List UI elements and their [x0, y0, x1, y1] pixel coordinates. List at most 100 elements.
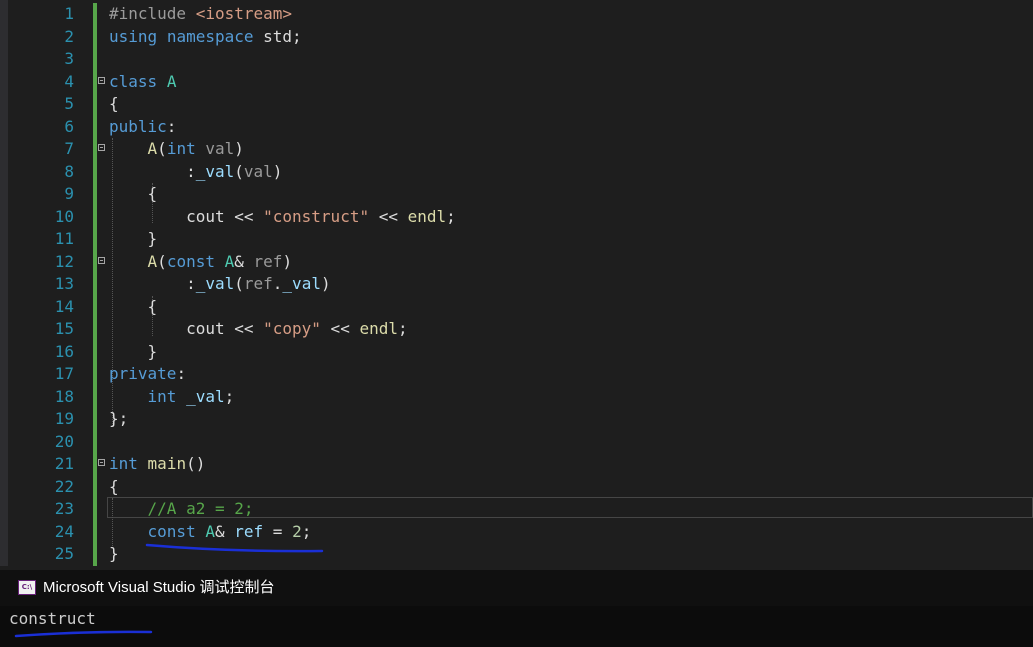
line-code: #include <iostream>: [109, 4, 293, 23]
code-line[interactable]: 2 using namespace std;: [0, 25, 1033, 48]
line-code: {: [109, 184, 158, 203]
line-code: using namespace std;: [109, 26, 302, 46]
change-indicator: [93, 160, 97, 183]
line-code: };: [109, 409, 129, 428]
code-line[interactable]: 4 class A: [0, 70, 1033, 93]
line-code: :_val(ref._val): [109, 274, 331, 293]
line-code: A(int val): [147, 139, 244, 158]
line-code: A(const A& ref): [147, 251, 293, 271]
collapse-icon[interactable]: [98, 76, 105, 84]
line-code: private:: [109, 364, 187, 383]
line-number: 13: [54, 274, 74, 293]
change-indicator: [93, 183, 97, 206]
line-number: 6: [64, 116, 74, 136]
change-indicator: [93, 25, 97, 48]
line-code: cout << "construct" << endl;: [109, 206, 456, 226]
code-line[interactable]: 21 int main(): [0, 453, 1033, 476]
collapse-icon[interactable]: [98, 256, 105, 264]
line-code: cout << "copy" << endl;: [109, 319, 408, 338]
line-number: 1: [64, 4, 74, 23]
code-line[interactable]: 6 public:: [0, 115, 1033, 138]
code-line[interactable]: 7 A(int val): [0, 138, 1033, 161]
line-code: public:: [109, 116, 177, 136]
code-line[interactable]: 3: [0, 48, 1033, 71]
change-indicator: [93, 70, 97, 93]
console-app-icon: C:\: [18, 580, 36, 595]
code-line[interactable]: 11 }: [0, 228, 1033, 251]
console-output-text: construct: [9, 609, 96, 628]
code-line[interactable]: 22 {: [0, 475, 1033, 498]
change-indicator: [93, 475, 97, 498]
code-editor[interactable]: 1 #include <iostream> 2 using namespace …: [0, 0, 1033, 566]
collapse-icon[interactable]: [98, 459, 105, 466]
line-number: 8: [64, 161, 74, 181]
code-line[interactable]: 5 {: [0, 93, 1033, 116]
change-indicator: [93, 385, 97, 408]
code-line[interactable]: 8 :_val(val): [0, 160, 1033, 183]
change-indicator: [93, 453, 97, 476]
line-code: }: [109, 341, 158, 361]
line-number: 9: [64, 184, 74, 203]
line-code: {: [109, 476, 119, 496]
line-number: 21: [54, 454, 74, 473]
line-number: 23: [54, 499, 74, 518]
line-number: 22: [54, 476, 74, 496]
line-code: int _val;: [147, 386, 235, 406]
line-number: 7: [64, 139, 74, 158]
code-line[interactable]: 9 {: [0, 183, 1033, 206]
change-indicator: [93, 3, 97, 26]
line-code: const A& ref = 2;: [147, 521, 312, 541]
change-indicator: [93, 228, 97, 251]
line-code: }: [109, 229, 158, 248]
line-code: }: [109, 544, 119, 563]
line-number: 17: [54, 364, 74, 383]
line-code: int main(): [109, 454, 206, 473]
change-indicator: [93, 318, 97, 341]
line-code: //A a2 = 2;: [147, 499, 254, 518]
code-line[interactable]: 19 };: [0, 408, 1033, 431]
console-output-area[interactable]: [0, 606, 1033, 647]
code-line[interactable]: 16 }: [0, 340, 1033, 363]
line-number: 2: [64, 26, 74, 46]
change-indicator: [93, 363, 97, 386]
change-indicator: [93, 543, 97, 566]
code-line[interactable]: 15 cout << "copy" << endl;: [0, 318, 1033, 341]
code-line[interactable]: 24 const A& ref = 2;: [0, 520, 1033, 543]
code-line[interactable]: 18 int _val;: [0, 385, 1033, 408]
line-number: 5: [64, 94, 74, 113]
collapse-icon[interactable]: [98, 144, 105, 151]
console-window-title: Microsoft Visual Studio 调试控制台: [43, 579, 275, 596]
code-line[interactable]: 13 :_val(ref._val): [0, 273, 1033, 296]
change-indicator: [93, 205, 97, 228]
line-code: :_val(val): [109, 161, 283, 181]
line-code: class A: [109, 71, 177, 91]
line-number: 11: [54, 229, 74, 248]
change-indicator: [93, 250, 97, 273]
line-number: 18: [54, 386, 74, 406]
code-line[interactable]: 23 //A a2 = 2;: [0, 498, 1033, 521]
line-code: {: [109, 296, 158, 316]
line-number: 4: [64, 71, 74, 91]
code-line[interactable]: 12 A(const A& ref): [0, 250, 1033, 273]
line-number: 20: [54, 431, 74, 451]
line-number: 3: [64, 49, 74, 68]
change-indicator: [93, 273, 97, 296]
code-line[interactable]: 14 {: [0, 295, 1033, 318]
code-line[interactable]: 10 cout << "construct" << endl;: [0, 205, 1033, 228]
line-number: 10: [54, 206, 74, 226]
code-line[interactable]: 17 private:: [0, 363, 1033, 386]
code-line[interactable]: 20: [0, 430, 1033, 453]
change-indicator: [93, 93, 97, 116]
line-number: 14: [54, 296, 74, 316]
line-number: 12: [54, 251, 74, 271]
line-code: {: [109, 94, 119, 113]
code-line[interactable]: 25 }: [0, 543, 1033, 566]
change-indicator: [93, 295, 97, 318]
change-indicator: [93, 138, 97, 161]
change-indicator: [93, 48, 97, 71]
change-indicator: [93, 520, 97, 543]
line-number: 19: [54, 409, 74, 428]
change-indicator: [93, 430, 97, 453]
code-line[interactable]: 1 #include <iostream>: [0, 3, 1033, 26]
line-number: 24: [54, 521, 74, 541]
